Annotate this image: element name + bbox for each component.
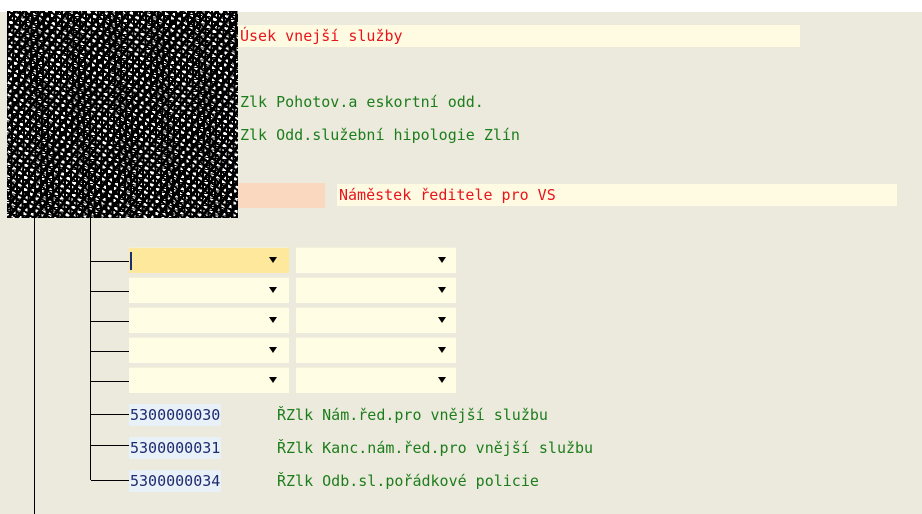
row-id[interactable]: 5300000031 xyxy=(129,437,222,459)
tree-connector xyxy=(91,351,129,352)
tree-connector xyxy=(91,414,129,415)
row-name[interactable]: ŘZlk Kanc.nám.řed.pro vnější službu xyxy=(277,437,593,459)
chevron-down-icon[interactable] xyxy=(269,347,277,353)
chevron-down-icon[interactable] xyxy=(438,287,446,293)
tree-connector xyxy=(91,291,129,292)
chevron-down-icon[interactable] xyxy=(269,257,277,263)
chevron-down-icon[interactable] xyxy=(438,377,446,383)
chevron-down-icon[interactable] xyxy=(438,257,446,263)
dropdown-right[interactable] xyxy=(296,277,456,303)
row-name[interactable]: ŘZlk Odb.sl.pořádkové policie xyxy=(277,470,539,492)
unit-label: Zlk Odd.služební hipologie Zlín xyxy=(240,126,520,144)
org-tree-canvas: Úsek vnejší služby Zlk Pohotov.a eskortn… xyxy=(0,0,922,514)
tree-trunk-line xyxy=(34,218,35,514)
chevron-down-icon[interactable] xyxy=(269,287,277,293)
tree-branch-line xyxy=(90,218,91,480)
usek-label: Úsek vnejší služby xyxy=(240,27,403,45)
tree-connector xyxy=(91,381,129,382)
dropdown-right[interactable] xyxy=(296,337,456,363)
dropdown-left[interactable] xyxy=(129,307,289,333)
dropdown-left[interactable] xyxy=(129,337,289,363)
dropdown-right[interactable] xyxy=(296,367,456,393)
unit-label: Zlk Pohotov.a eskortní odd. xyxy=(240,93,484,111)
tree-connector xyxy=(91,480,129,481)
dropdown-right[interactable] xyxy=(296,247,456,273)
chevron-down-icon[interactable] xyxy=(269,317,277,323)
dropdown-left[interactable] xyxy=(129,247,289,273)
row-id[interactable]: 5300000030 xyxy=(129,404,222,426)
qr-code-image xyxy=(7,11,238,218)
row-id[interactable]: 5300000034 xyxy=(129,470,222,492)
chevron-down-icon[interactable] xyxy=(269,377,277,383)
text-caret xyxy=(130,252,132,270)
dropdown-right[interactable] xyxy=(296,307,456,333)
tree-connector xyxy=(91,445,129,446)
dropdown-left[interactable] xyxy=(129,277,289,303)
chevron-down-icon[interactable] xyxy=(438,317,446,323)
unit-item-hipologie[interactable]: Zlk Odd.služební hipologie Zlín xyxy=(238,124,838,146)
tree-connector xyxy=(91,321,129,322)
tree-connector xyxy=(91,261,129,262)
usek-header[interactable]: Úsek vnejší služby xyxy=(238,25,800,47)
row-name[interactable]: ŘZlk Nám.řed.pro vnější službu xyxy=(277,404,548,426)
dropdown-left[interactable] xyxy=(129,367,289,393)
peach-id-block[interactable] xyxy=(238,183,325,208)
chevron-down-icon[interactable] xyxy=(438,347,446,353)
unit-item-pohotov[interactable]: Zlk Pohotov.a eskortní odd. xyxy=(238,91,838,113)
deputy-label: Náměstek ředitele pro VS xyxy=(339,186,556,204)
deputy-label-field[interactable]: Náměstek ředitele pro VS xyxy=(337,184,897,206)
